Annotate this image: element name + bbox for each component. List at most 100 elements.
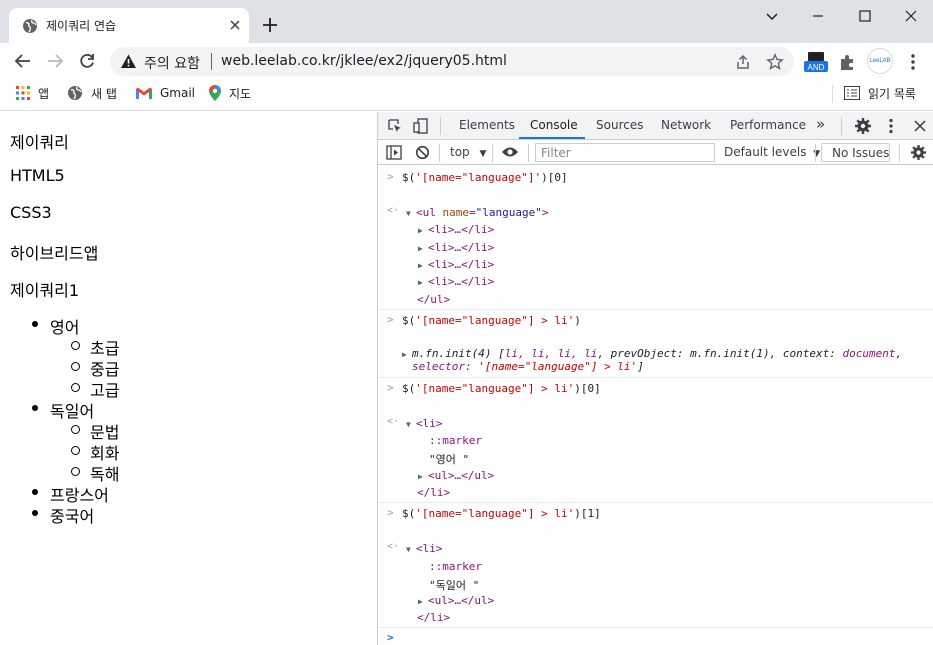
collapsed-triangle-icon: ▶ <box>418 597 423 606</box>
maximize-icon[interactable] <box>855 6 875 26</box>
url-text[interactable]: web.leelab.co.kr/jklee/ex2/jquery05.html <box>221 53 507 69</box>
paragraph: 제이쿼리 <box>10 133 69 152</box>
devtools-tab-bar: Elements Console Sources Network Perform… <box>378 112 933 140</box>
share-icon[interactable] <box>734 53 752 71</box>
console-child-node[interactable]: ▶ <ul>…</ul> <box>418 469 494 482</box>
console-toolbar: top ▼ Filter Default levels ▼ No Issues <box>378 140 933 165</box>
minimize-icon[interactable] <box>808 6 828 26</box>
console-child-node[interactable]: ▶ <li>…</li> <box>418 275 494 288</box>
back-icon[interactable] <box>13 51 33 71</box>
input-prompt: > <box>387 506 394 519</box>
input-prompt: > <box>387 170 394 183</box>
tab-elements[interactable]: Elements <box>459 118 515 132</box>
omnibox-divider <box>211 53 212 70</box>
issues-button[interactable]: No Issues <box>821 143 890 162</box>
device-toolbar-icon[interactable] <box>413 118 429 134</box>
browser-toolbar: 주의 요함 web.leelab.co.kr/jklee/ex2/jquery0… <box>0 43 933 79</box>
console-close-tag: </li> <box>417 611 451 624</box>
devtools-panel: Elements Console Sources Network Perform… <box>377 112 933 645</box>
collapsed-triangle-icon: ▶ <box>418 472 423 481</box>
toolbar-divider <box>439 144 440 162</box>
extensions-puzzle-icon[interactable] <box>838 52 858 72</box>
console-settings-icon[interactable] <box>910 144 927 161</box>
new-tab-icon[interactable] <box>260 15 280 35</box>
bookmark-label: 지도 <box>229 86 252 101</box>
expanded-triangle-icon: ▼ <box>406 420 411 429</box>
list-item: 독일어 <box>31 398 94 422</box>
console-divider <box>378 627 933 628</box>
console-result-node[interactable]: ▼ <li> <box>406 542 443 555</box>
tab-performance[interactable]: Performance <box>730 118 806 132</box>
list-item: 중국어 <box>31 503 94 527</box>
collapsed-triangle-icon: ▶ <box>418 244 423 253</box>
paragraph: 하이브리드앱 <box>10 244 99 263</box>
context-label: top <box>450 145 470 159</box>
console-child-node[interactable]: ▶ <ul>…</ul> <box>418 594 494 607</box>
console-command[interactable]: $('[name="language"]')[0] <box>402 171 568 184</box>
clear-console-icon[interactable] <box>415 145 430 160</box>
input-prompt: > <box>387 381 394 394</box>
console-input[interactable] <box>402 629 922 645</box>
console-command[interactable]: $('[name="language"] > li')[1] <box>402 507 601 520</box>
console-divider <box>378 377 933 378</box>
tab-console[interactable]: Console <box>530 118 578 132</box>
close-window-icon[interactable] <box>901 6 921 26</box>
security-label[interactable]: 주의 요함 <box>144 53 200 73</box>
console-sidebar-icon[interactable] <box>386 145 402 160</box>
console-output: > $('[name="language"]')[0] <· ▼ <ul name… <box>378 165 933 645</box>
console-child-node[interactable]: ▶ <li>…</li> <box>418 241 494 254</box>
svg-text:AND: AND <box>808 63 825 72</box>
filter-input[interactable]: Filter <box>535 143 715 162</box>
inspect-element-icon[interactable] <box>387 118 403 134</box>
console-child-node[interactable]: ▶ <li>…</li> <box>418 258 494 271</box>
console-command[interactable]: $('[name="language"] > li')[0] <box>402 382 601 395</box>
input-prompt: > <box>387 313 394 326</box>
browser-tab[interactable]: 제이쿼리 연습 <box>9 8 249 43</box>
bookmark-gmail[interactable]: Gmail <box>136 84 195 102</box>
console-result-node[interactable]: ▼ <ul name="language"> <box>406 206 548 219</box>
eye-icon[interactable] <box>501 146 519 158</box>
tab-strip: 제이쿼리 연습 <box>0 0 933 43</box>
devtools-menu-icon[interactable] <box>883 117 899 135</box>
active-tab-indicator <box>519 137 585 139</box>
close-tab-icon[interactable] <box>227 17 243 33</box>
tab-search-icon[interactable] <box>762 6 782 26</box>
web-page: 제이쿼리 HTML5 CSS3 하이브리드앱 제이쿼리1 영어 초급 중급 고급… <box>0 112 377 645</box>
reload-icon[interactable] <box>77 51 97 71</box>
toolbar-divider <box>528 144 529 162</box>
console-result-object[interactable]: ▶ m.fn.init(4) [li, li, li, li, prevObjec… <box>402 347 902 360</box>
context-selector[interactable]: top ▼ <box>450 145 486 159</box>
tab-network[interactable]: Network <box>661 118 711 132</box>
expanded-triangle-icon: ▼ <box>406 545 411 554</box>
warning-icon[interactable] <box>120 53 137 70</box>
forward-icon[interactable] <box>45 51 65 71</box>
reading-list-icon <box>844 86 860 100</box>
close-devtools-icon[interactable] <box>912 118 928 134</box>
bookmark-star-icon[interactable] <box>766 53 784 71</box>
paragraph: HTML5 <box>10 166 65 185</box>
more-menu-icon[interactable] <box>903 52 923 72</box>
extension-and-icon[interactable]: AND <box>803 49 829 75</box>
bookmark-newtab[interactable]: 새 탭 <box>67 84 117 102</box>
profile-avatar[interactable]: LeeLAB <box>867 48 893 74</box>
address-bar[interactable]: 주의 요함 web.leelab.co.kr/jklee/ex2/jquery0… <box>110 47 794 76</box>
collapsed-triangle-icon: ▶ <box>418 226 423 235</box>
console-child-node[interactable]: ▶ <li>…</li> <box>418 223 494 236</box>
console-close-tag: </li> <box>417 486 451 499</box>
globe-icon <box>23 19 37 33</box>
log-levels-dropdown[interactable]: Default levels ▼ <box>724 145 820 159</box>
bookmark-apps[interactable]: 앱 <box>16 84 49 102</box>
console-marker: ::marker <box>429 560 482 573</box>
console-command[interactable]: $('[name="language"] > li') <box>402 314 581 327</box>
settings-gear-icon[interactable] <box>854 117 872 135</box>
gmail-icon <box>136 87 152 99</box>
more-tabs-button[interactable]: » <box>816 115 825 133</box>
toolbar-divider <box>841 117 842 135</box>
bookmark-label: 앱 <box>38 86 50 101</box>
tab-sources[interactable]: Sources <box>596 118 643 132</box>
collapsed-triangle-icon: ▶ <box>402 350 407 359</box>
console-result-node[interactable]: ▼ <li> <box>406 417 443 430</box>
bookmark-maps[interactable]: 지도 <box>209 84 251 102</box>
reading-list-button[interactable]: 읽기 목록 <box>844 84 916 102</box>
console-close-tag: </ul> <box>417 293 451 306</box>
